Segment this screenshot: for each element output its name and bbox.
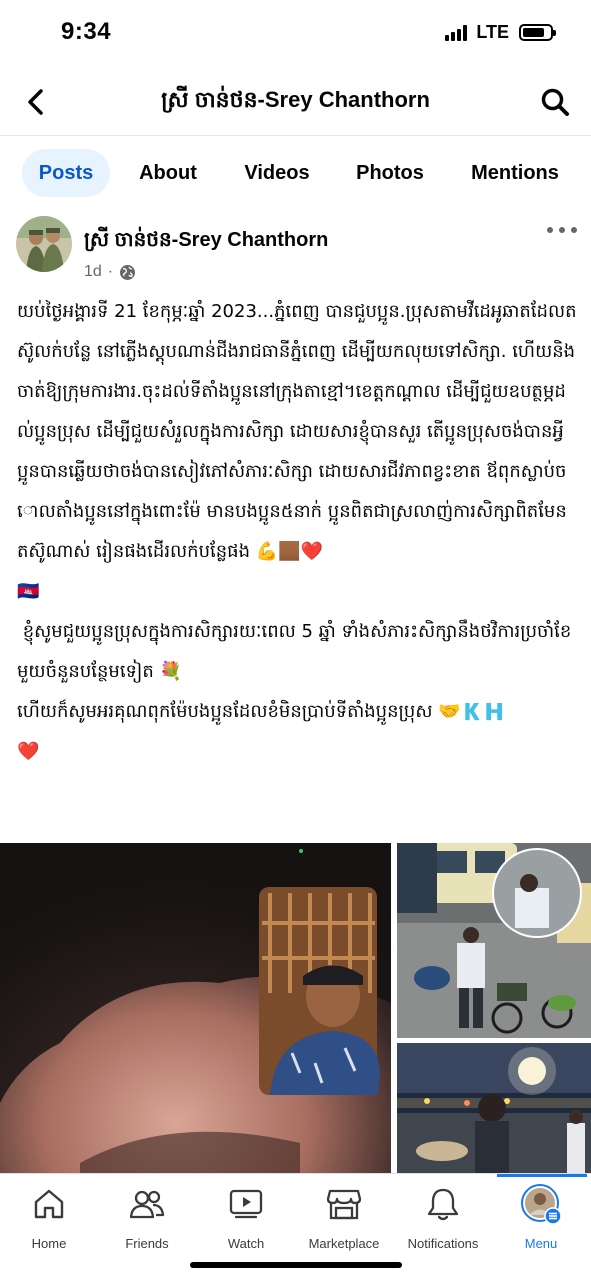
nav-marketplace[interactable]: Marketplace bbox=[295, 1184, 393, 1254]
search-button[interactable] bbox=[537, 84, 573, 120]
tab-videos[interactable]: Videos bbox=[226, 149, 328, 197]
status-time: 9:34 bbox=[61, 18, 112, 45]
bell-icon bbox=[427, 1188, 459, 1221]
nav-home[interactable]: Home bbox=[0, 1184, 98, 1254]
post-more-button[interactable] bbox=[547, 220, 577, 240]
post-author-name[interactable]: ស្រី ចាន់ថន-Srey Chanthorn bbox=[84, 226, 328, 256]
status-indicators: LTE bbox=[445, 22, 556, 43]
nav-watch[interactable]: Watch bbox=[197, 1184, 295, 1254]
meta-separator: · bbox=[107, 263, 114, 280]
post-media bbox=[0, 843, 591, 1173]
post-paragraph: យប់ថ្ងៃអង្គារទី 21 ខែកុម្ភៈឆ្នាំ 2023...… bbox=[17, 301, 577, 562]
network-type: LTE bbox=[476, 22, 509, 42]
friends-icon bbox=[129, 1190, 165, 1219]
tab-photos[interactable]: Photos bbox=[328, 149, 452, 197]
nav-notifications-label: Notifications bbox=[407, 1236, 479, 1251]
post-time[interactable]: 1d bbox=[84, 263, 102, 281]
watch-icon bbox=[229, 1189, 263, 1219]
globe-icon bbox=[120, 264, 136, 280]
post-paragraph: ខ្ញុំសូមជួយប្អូនប្រុសក្នុងការសិក្សារយៈពេ… bbox=[17, 621, 572, 682]
more-horizontal-icon bbox=[547, 227, 553, 233]
back-button[interactable] bbox=[18, 84, 54, 120]
marketplace-icon bbox=[326, 1189, 362, 1220]
nav-watch-label: Watch bbox=[227, 1236, 265, 1251]
post-paragraph: 🇰🇭 bbox=[17, 581, 40, 602]
active-tab-indicator bbox=[497, 1174, 587, 1177]
tab-mentions[interactable]: Mentions bbox=[452, 149, 578, 197]
home-icon bbox=[34, 1189, 64, 1219]
home-indicator bbox=[190, 1262, 402, 1268]
street-vendor-photo[interactable] bbox=[397, 843, 591, 1038]
nav-home-label: Home bbox=[31, 1236, 67, 1251]
nav-friends-label: Friends bbox=[125, 1236, 169, 1251]
tab-about[interactable]: About bbox=[110, 149, 226, 197]
page-title: ស្រី ចាន់ថន-Srey Chanthorn bbox=[161, 87, 430, 112]
nav-notifications[interactable]: Notifications bbox=[394, 1184, 492, 1254]
post-body: យប់ថ្ងៃអង្គារទី 21 ខែកុម្ភៈឆ្នាំ 2023...… bbox=[17, 292, 577, 772]
night-street-photo[interactable] bbox=[397, 1043, 591, 1173]
post-meta: 1d · bbox=[84, 263, 136, 281]
video-call-photo[interactable] bbox=[0, 843, 391, 1173]
status-bar: 9:34 LTE bbox=[0, 0, 591, 66]
chevron-left-icon bbox=[28, 89, 43, 115]
tab-posts[interactable]: Posts bbox=[22, 149, 110, 197]
nav-friends[interactable]: Friends bbox=[98, 1184, 196, 1254]
post-author-avatar[interactable] bbox=[16, 216, 72, 272]
post-paragraph: ហើយក៏សូមអរគុណពុកម៉ែបងប្អូនដែលខំមិនប្រាប់… bbox=[17, 701, 506, 722]
battery-icon bbox=[519, 24, 556, 41]
nav-menu[interactable]: Menu bbox=[492, 1184, 590, 1254]
post-paragraph: ❤️ bbox=[17, 741, 40, 762]
signal-icon bbox=[445, 24, 468, 41]
nav-marketplace-label: Marketplace bbox=[308, 1236, 380, 1251]
search-icon bbox=[541, 88, 569, 116]
header-divider bbox=[0, 135, 591, 136]
menu-icon bbox=[521, 1184, 561, 1224]
profile-tabs: Posts About Videos Photos Mentions bbox=[22, 148, 578, 198]
page-header: ស្រី ចាន់ថន-Srey Chanthorn bbox=[0, 70, 591, 134]
nav-menu-label: Menu bbox=[524, 1236, 558, 1251]
